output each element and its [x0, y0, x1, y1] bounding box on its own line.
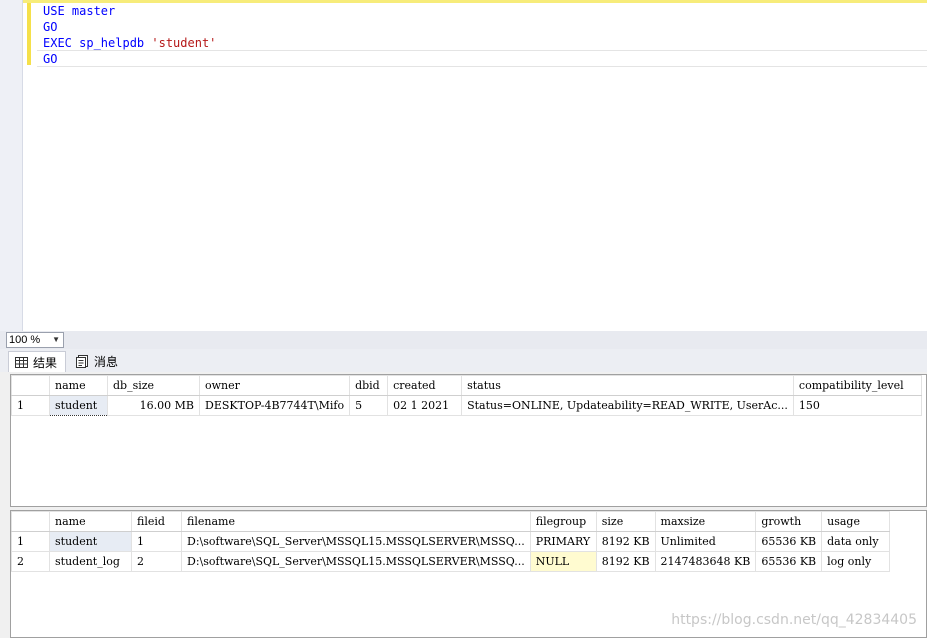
table-cell[interactable]: 65536 KB: [755, 551, 823, 572]
header-row: name db_size owner dbid created status c…: [11, 375, 922, 396]
table-cell[interactable]: DESKTOP-4B7744T\Mifo: [198, 395, 351, 416]
code-string: 'student': [151, 36, 217, 50]
row-number[interactable]: 1: [11, 395, 50, 416]
table-cell[interactable]: student: [49, 395, 108, 416]
code-line: USE master: [43, 3, 216, 19]
column-header[interactable]: filename: [181, 511, 531, 532]
column-header[interactable]: size: [595, 511, 656, 532]
row-number-header[interactable]: [11, 511, 50, 532]
results-tab-strip: [0, 349, 927, 373]
column-header[interactable]: dbid: [349, 375, 389, 396]
results-table: name db_size owner dbid created status c…: [11, 375, 922, 416]
editor-gutter: [0, 0, 23, 331]
table-row: 1 student 1 D:\software\SQL_Server\MSSQL…: [11, 531, 891, 552]
code-text: EXEC sp_helpdb: [43, 36, 152, 50]
code-text: GO: [43, 20, 58, 34]
zoom-select[interactable]: 100 % ▼: [6, 332, 64, 348]
code-line: EXEC sp_helpdb 'student': [43, 35, 216, 51]
table-cell[interactable]: Unlimited: [654, 531, 757, 552]
header-row: name fileid filename filegroup size maxs…: [11, 511, 891, 532]
tab-messages[interactable]: 消息: [70, 351, 124, 372]
row-number-header[interactable]: [11, 375, 50, 396]
table-cell[interactable]: Status=ONLINE, Updateability=READ_WRITE,…: [461, 395, 794, 416]
code-text: USE master: [43, 4, 116, 18]
grid-icon: [15, 356, 28, 368]
table-cell[interactable]: 2: [131, 551, 182, 572]
table-cell[interactable]: 150: [792, 395, 922, 416]
change-tracking-bar: [27, 3, 31, 65]
column-header[interactable]: growth: [755, 511, 823, 532]
table-cell[interactable]: student_log: [49, 551, 132, 572]
row-number[interactable]: 2: [11, 551, 50, 572]
column-header[interactable]: filegroup: [529, 511, 597, 532]
table-cell[interactable]: 1: [131, 531, 182, 552]
table-cell[interactable]: PRIMARY: [529, 531, 597, 552]
editor-status-strip: [0, 331, 927, 349]
table-cell[interactable]: 16.00 MB: [107, 395, 200, 416]
table-cell[interactable]: log only: [821, 551, 891, 572]
results-table: name fileid filename filegroup size maxs…: [11, 511, 891, 572]
column-header[interactable]: name: [49, 375, 108, 396]
tab-label: 消息: [94, 355, 119, 369]
table-cell[interactable]: student: [49, 531, 132, 552]
zoom-value: 100 %: [9, 334, 41, 346]
column-header[interactable]: owner: [198, 375, 351, 396]
table-row: 2 student_log 2 D:\software\SQL_Server\M…: [11, 551, 891, 572]
tab-results[interactable]: 结果: [8, 351, 66, 372]
table-cell-null[interactable]: NULL: [529, 551, 597, 572]
table-cell[interactable]: 8192 KB: [595, 551, 656, 572]
table-cell[interactable]: 02 1 2021: [387, 395, 463, 416]
column-header[interactable]: compatibility_level: [792, 375, 922, 396]
table-row: 1 student 16.00 MB DESKTOP-4B7744T\Mifo …: [11, 395, 922, 416]
table-cell[interactable]: 5: [349, 395, 389, 416]
code-area[interactable]: USE master GO EXEC sp_helpdb 'student' G…: [43, 3, 216, 67]
watermark: https://blog.csdn.net/qq_42834405: [671, 612, 917, 628]
chevron-down-icon[interactable]: ▼: [52, 333, 60, 347]
table-cell[interactable]: 65536 KB: [755, 531, 823, 552]
column-header[interactable]: db_size: [107, 375, 200, 396]
code-line: GO: [43, 51, 216, 67]
code-text: GO: [43, 52, 58, 66]
code-line: GO: [43, 19, 216, 35]
table-cell[interactable]: data only: [821, 531, 891, 552]
result-grid-1[interactable]: name db_size owner dbid created status c…: [10, 374, 927, 507]
message-icon: [76, 355, 88, 368]
table-cell[interactable]: D:\software\SQL_Server\MSSQL15.MSSQLSERV…: [181, 551, 531, 572]
query-editor[interactable]: USE master GO EXEC sp_helpdb 'student' G…: [0, 0, 927, 331]
table-cell[interactable]: 8192 KB: [595, 531, 656, 552]
column-header[interactable]: usage: [821, 511, 891, 532]
column-header[interactable]: maxsize: [654, 511, 757, 532]
table-cell[interactable]: 2147483648 KB: [654, 551, 757, 572]
column-header[interactable]: status: [461, 375, 794, 396]
column-header[interactable]: created: [387, 375, 463, 396]
row-number[interactable]: 1: [11, 531, 50, 552]
table-cell[interactable]: D:\software\SQL_Server\MSSQL15.MSSQLSERV…: [181, 531, 531, 552]
tab-label: 结果: [33, 355, 58, 370]
column-header[interactable]: name: [49, 511, 132, 532]
column-header[interactable]: fileid: [131, 511, 182, 532]
